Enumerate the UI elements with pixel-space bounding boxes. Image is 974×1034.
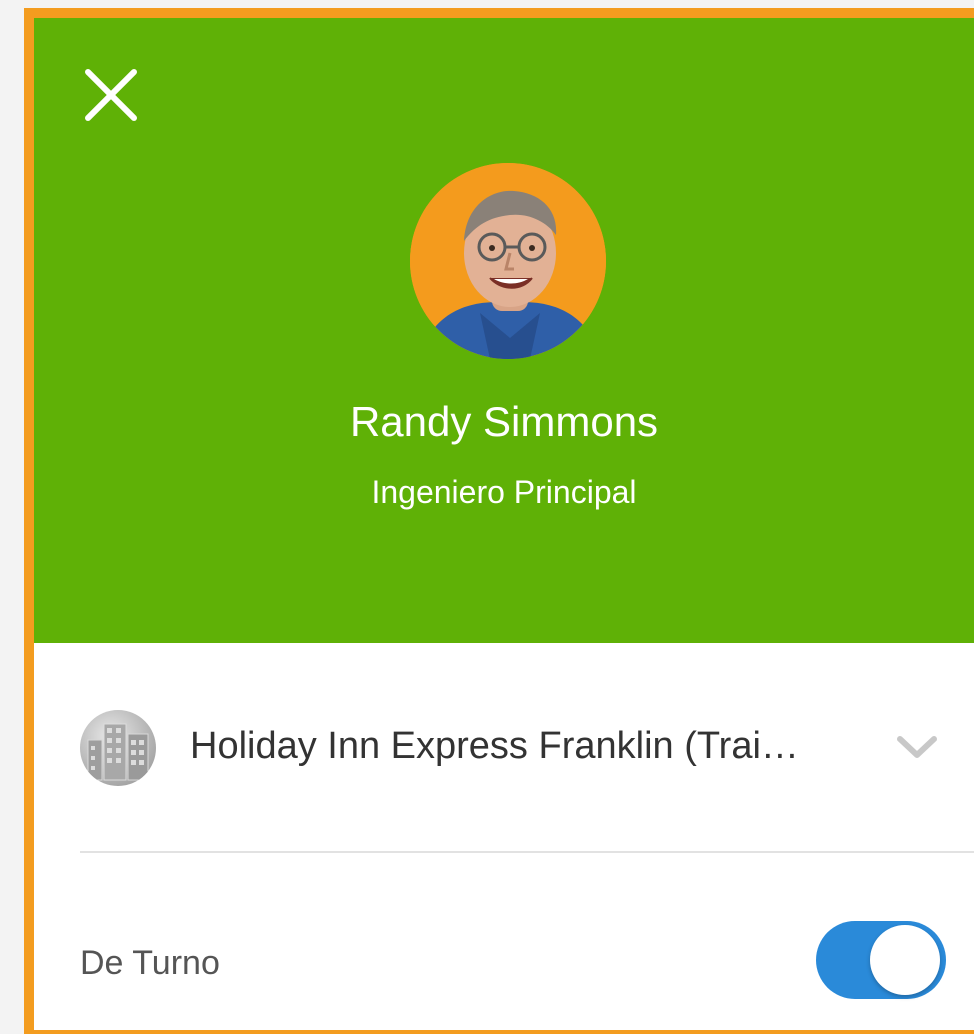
property-name: Holiday Inn Express Franklin (Trai… xyxy=(190,725,799,767)
chevron-down-icon[interactable] xyxy=(894,731,940,763)
on-duty-label: De Turno xyxy=(80,944,220,982)
property-selector[interactable]: Holiday Inn Express Franklin (Trai… xyxy=(34,643,974,851)
close-button[interactable] xyxy=(74,58,148,132)
on-duty-toggle[interactable] xyxy=(816,921,946,999)
profile-role: Ingeniero Principal xyxy=(371,474,637,510)
building-icon xyxy=(80,710,156,786)
profile-panel: Randy Simmons Ingeniero Principal Holida… xyxy=(34,18,974,1030)
profile-header: Randy Simmons Ingeniero Principal xyxy=(34,18,974,643)
avatar xyxy=(410,163,606,359)
close-icon xyxy=(85,69,137,121)
toggle-knob xyxy=(870,925,940,995)
app-frame: Randy Simmons Ingeniero Principal Holida… xyxy=(24,8,974,1034)
on-duty-row: De Turno xyxy=(34,853,974,1030)
profile-name: Randy Simmons xyxy=(349,398,659,445)
